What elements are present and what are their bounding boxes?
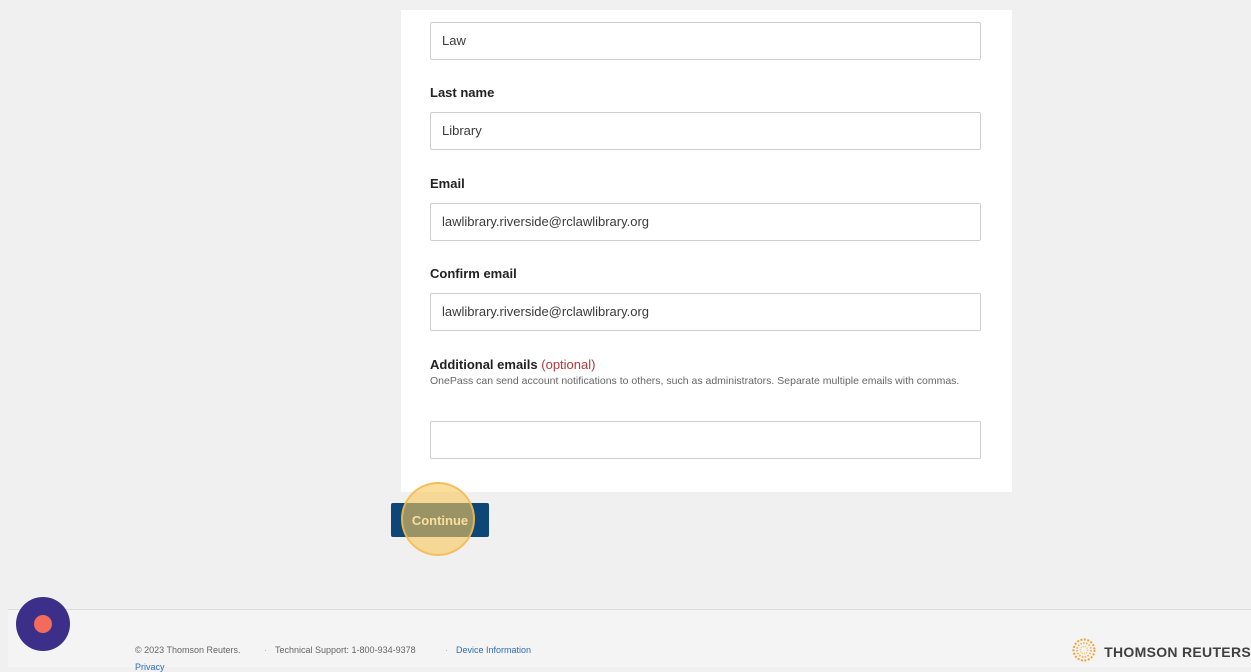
page-footer: © 2023 Thomson Reuters. · Technical Supp…	[8, 610, 1251, 672]
additional-emails-help-text: OnePass can send account notifications t…	[430, 375, 960, 387]
footer-separator: ·	[264, 645, 267, 655]
additional-emails-input[interactable]	[430, 421, 981, 459]
privacy-link[interactable]: Privacy	[135, 662, 165, 672]
last-name-input[interactable]: Library	[430, 112, 981, 150]
email-label: Email	[430, 176, 465, 191]
email-input[interactable]: lawlibrary.riverside@rclawlibrary.org	[430, 203, 981, 241]
additional-emails-label: Additional emails (optional)	[430, 357, 595, 372]
click-highlight-indicator	[401, 482, 475, 556]
confirm-email-label: Confirm email	[430, 266, 517, 281]
first-name-input[interactable]: Law	[430, 22, 981, 60]
record-icon	[34, 615, 52, 633]
screen-recorder-button[interactable]	[16, 597, 70, 651]
brand-name: THOMSON REUTERS	[1104, 644, 1251, 660]
optional-tag: (optional)	[541, 357, 596, 372]
account-form-card: Law Last name Library Email lawlibrary.r…	[401, 10, 1012, 492]
browser-viewport: Law Last name Library Email lawlibrary.r…	[0, 0, 1251, 672]
additional-emails-label-text: Additional emails	[430, 357, 538, 372]
technical-support-text: Technical Support: 1-800-934-9378	[275, 645, 416, 655]
page-content: Law Last name Library Email lawlibrary.r…	[8, 10, 1251, 667]
copyright-text: © 2023 Thomson Reuters.	[135, 645, 241, 655]
confirm-email-input[interactable]: lawlibrary.riverside@rclawlibrary.org	[430, 293, 981, 331]
thomson-reuters-logo-icon	[1072, 638, 1096, 667]
footer-separator: ·	[445, 645, 448, 655]
device-information-link[interactable]: Device Information	[456, 645, 531, 655]
thomson-reuters-brand: THOMSON REUTERS	[1072, 638, 1251, 667]
last-name-label: Last name	[430, 85, 495, 100]
